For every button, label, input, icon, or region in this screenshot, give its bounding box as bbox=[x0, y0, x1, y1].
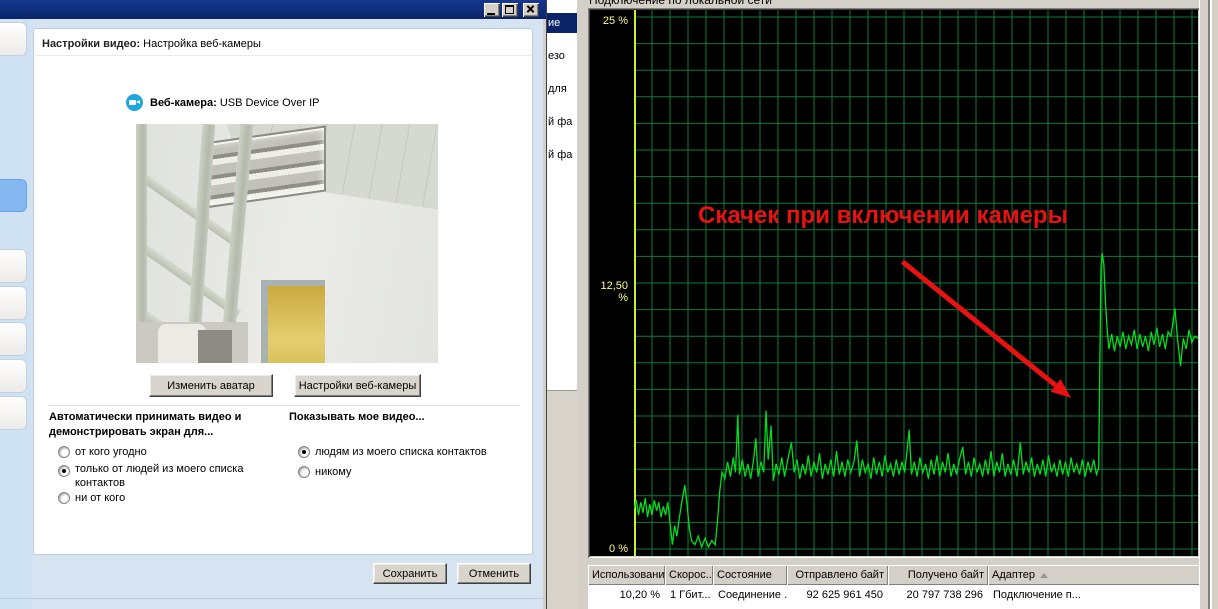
skype-options-window: Настройки видео: Настройка веб-камеры Ве… bbox=[0, 0, 547, 609]
doorway bbox=[261, 280, 325, 363]
list-item[interactable]: для bbox=[546, 79, 579, 99]
minimize-button[interactable] bbox=[484, 3, 500, 17]
cell-speed: 1 Гбит... bbox=[665, 586, 713, 604]
close-button[interactable] bbox=[523, 3, 539, 17]
divider bbox=[35, 55, 532, 56]
list-item[interactable]: езо bbox=[546, 46, 579, 66]
webcam-preview-image bbox=[136, 124, 438, 363]
sidebar-tab-5[interactable] bbox=[0, 359, 27, 393]
show-video-heading: Показывать мое видео... bbox=[289, 410, 519, 425]
sidebar-tab-3[interactable] bbox=[0, 286, 27, 320]
shelf-objects bbox=[136, 322, 248, 363]
panel-title: Настройки видео: Настройка веб-камеры bbox=[42, 38, 261, 50]
col-header-speed[interactable]: Скорос... bbox=[665, 565, 713, 585]
divider bbox=[0, 598, 546, 599]
adapter-graph-title: Подключение по локальной сети bbox=[589, 0, 889, 8]
cell-state: Соединение ... bbox=[713, 586, 787, 604]
background-window-strip: ие езо для й фа й фа bbox=[546, 0, 577, 609]
radio-show-contacts[interactable] bbox=[298, 446, 310, 458]
background-window-footer bbox=[546, 390, 577, 609]
ytick-25: 25 % bbox=[590, 15, 628, 27]
maximize-button[interactable] bbox=[502, 3, 518, 17]
list-item[interactable]: й фа bbox=[546, 112, 579, 132]
cell-utilization: 10,20 % bbox=[588, 586, 665, 604]
title-bar[interactable] bbox=[0, 0, 546, 19]
save-button[interactable]: Сохранить bbox=[373, 563, 447, 584]
task-manager-window: Подключение по локальной сети 25 % 12,50… bbox=[577, 0, 1218, 609]
cancel-button[interactable]: Отменить bbox=[457, 563, 531, 584]
col-header-utilization[interactable]: Использовани... bbox=[588, 565, 665, 585]
list-item[interactable]: й фа bbox=[546, 145, 579, 165]
sidebar-tab-selected[interactable] bbox=[0, 179, 27, 212]
webcam-icon bbox=[126, 94, 143, 111]
col-header-state[interactable]: Состояние bbox=[713, 565, 787, 585]
col-header-adapter[interactable]: Адаптер bbox=[988, 565, 1200, 585]
sidebar-tab-6[interactable] bbox=[0, 396, 27, 430]
radio-only-contacts[interactable] bbox=[58, 465, 70, 477]
radio-no-one-accept[interactable] bbox=[58, 492, 70, 504]
sidebar-tab-1[interactable] bbox=[0, 22, 27, 56]
col-header-bytes-received[interactable]: Получено байт bbox=[888, 565, 988, 585]
cell-bytes-sent: 92 625 961 450 bbox=[787, 586, 888, 604]
ytick-0: 0 % bbox=[590, 543, 628, 555]
window-right-edge bbox=[1199, 0, 1218, 609]
webcam-settings-button[interactable]: Настройки веб-камеры bbox=[294, 374, 421, 397]
sidebar-tab-2[interactable] bbox=[0, 249, 27, 283]
network-utilization-graph: 25 % 12,50 % 0 % Скачек при включении ка… bbox=[588, 8, 1200, 558]
settings-sidebar bbox=[0, 19, 31, 609]
spike-annotation-text: Скачек при включении камеры bbox=[698, 202, 1068, 230]
sidebar-tab-4[interactable] bbox=[0, 322, 27, 356]
video-settings-panel: Настройки видео: Настройка веб-камеры Ве… bbox=[33, 28, 533, 555]
maximize-icon bbox=[505, 5, 514, 14]
screen: ие езо для й фа й фа Подключение по лока… bbox=[0, 0, 1218, 609]
cell-adapter: Подключение п... bbox=[988, 586, 1200, 604]
utilization-line-chart bbox=[634, 10, 1198, 556]
radio-from-anyone[interactable] bbox=[58, 446, 70, 458]
divider bbox=[48, 405, 520, 406]
change-avatar-button[interactable]: Изменить аватар bbox=[149, 374, 273, 397]
adapter-table: Использовани... Скорос... Состояние Отпр… bbox=[588, 565, 1200, 609]
ytick-12-5: 12,50 % bbox=[590, 280, 628, 304]
cell-bytes-received: 20 797 738 296 bbox=[888, 586, 988, 604]
list-item[interactable]: ие bbox=[546, 13, 579, 33]
light-fixture bbox=[204, 125, 326, 208]
col-header-bytes-sent[interactable]: Отправлено байт bbox=[787, 565, 888, 585]
auto-accept-heading: Автоматически принимать видео и демонстр… bbox=[49, 410, 271, 440]
minimize-icon bbox=[487, 13, 495, 15]
radio-show-no-one[interactable] bbox=[298, 466, 310, 478]
webcam-device-label: Веб-камера: USB Device Over IP bbox=[150, 97, 319, 109]
graph-plot-area: 25 % 12,50 % 0 % Скачек при включении ка… bbox=[590, 10, 1198, 556]
sort-ascending-icon bbox=[1040, 573, 1048, 578]
